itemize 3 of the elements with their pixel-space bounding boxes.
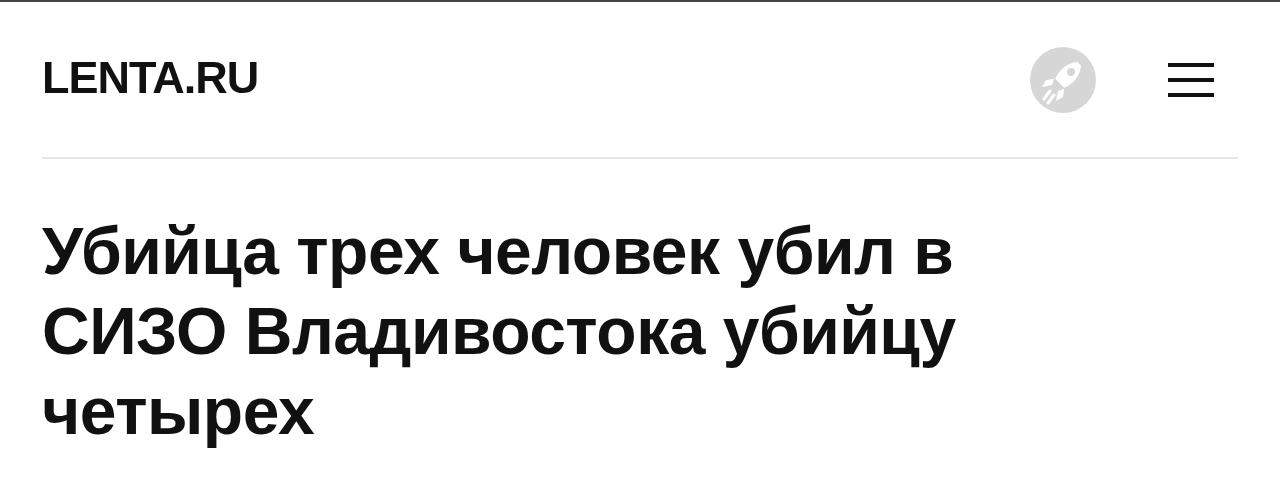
menu-icon[interactable] [1168,62,1214,97]
logo[interactable]: LENTA.RU [42,51,1030,104]
headline: Убийца трех человек убил в СИЗО Владивостока убийцу четырех [42,213,957,450]
